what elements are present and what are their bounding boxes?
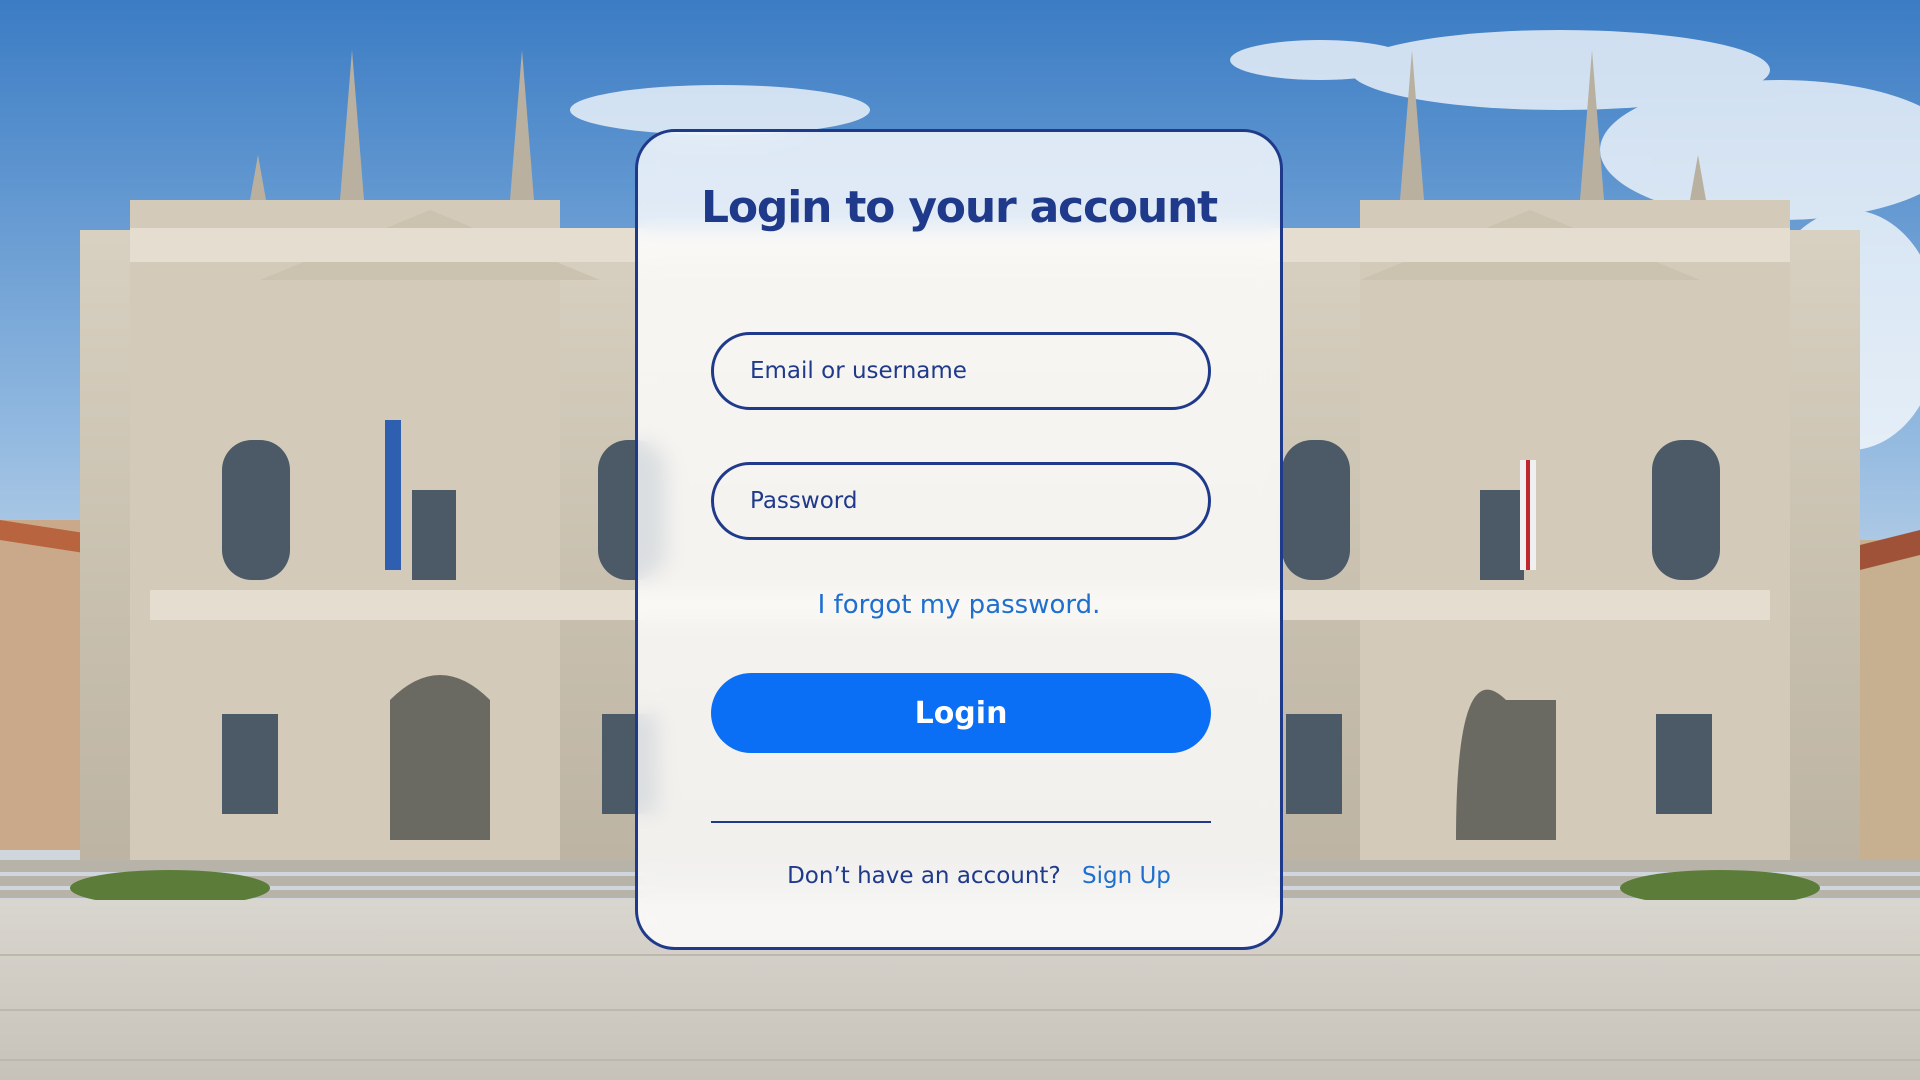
login-card: Login to your account I forgot my passwo… — [635, 129, 1283, 950]
email-field-wrapper — [711, 332, 1211, 410]
divider — [711, 821, 1211, 823]
login-title: Login to your account — [701, 182, 1218, 233]
signup-row: Don’t have an account? Sign Up — [638, 863, 1280, 889]
signup-link[interactable]: Sign Up — [1082, 863, 1171, 889]
no-account-text: Don’t have an account? — [787, 863, 1061, 889]
password-input[interactable] — [714, 465, 1208, 537]
forgot-password-link[interactable]: I forgot my password. — [638, 590, 1280, 620]
password-field-wrapper — [711, 462, 1211, 540]
email-input[interactable] — [714, 335, 1208, 407]
login-button[interactable]: Login — [711, 673, 1211, 753]
